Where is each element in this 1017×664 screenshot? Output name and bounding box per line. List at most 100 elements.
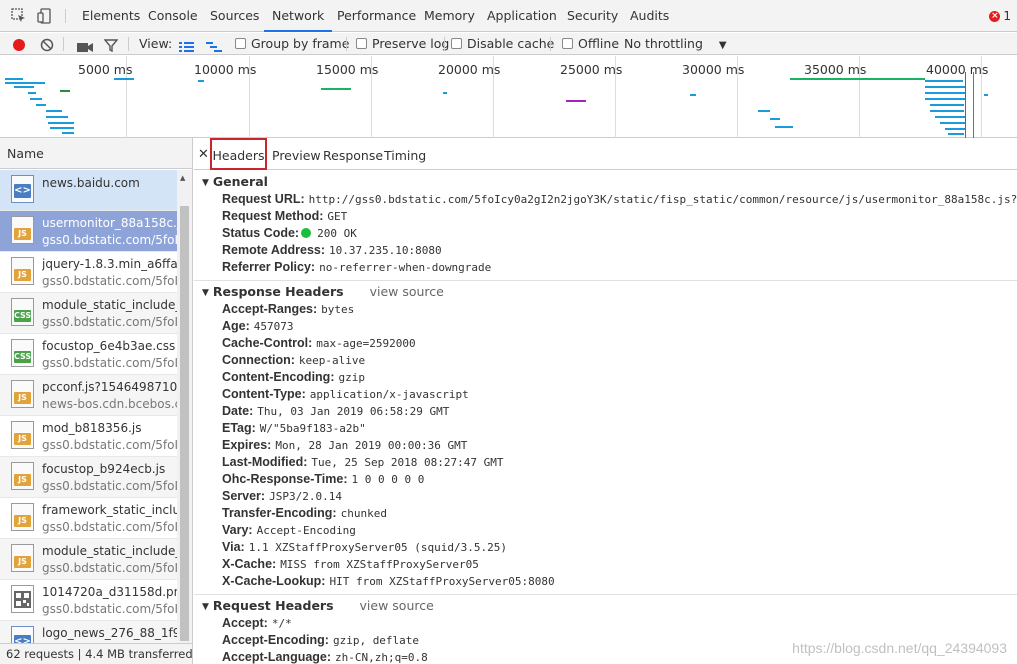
tab-sources[interactable]: Sources	[210, 0, 259, 32]
inspect-element-icon[interactable]	[11, 8, 27, 27]
close-details-icon[interactable]: ✕	[198, 147, 209, 162]
header-row: Content-Encoding: gzip	[222, 370, 365, 384]
network-overview[interactable]: 5000 ms 10000 ms 15000 ms 20000 ms 25000…	[0, 56, 1017, 138]
view-source-link[interactable]: view source	[360, 598, 434, 613]
css-file-icon: CSS	[11, 339, 34, 367]
header-row: Via: 1.1 XZStaffProxyServer05 (squid/3.5.…	[222, 540, 507, 554]
header-row: ETag: W/"5ba9f183-a2b"	[222, 421, 366, 435]
request-name: module_static_include_de	[42, 544, 177, 558]
js-file-icon: JS	[11, 544, 34, 572]
tab-timing[interactable]: Timing	[384, 138, 426, 170]
header-row: Transfer-Encoding: chunked	[222, 506, 387, 520]
device-toolbar-icon[interactable]	[37, 8, 53, 27]
header-row: Status Code: 200 OK	[222, 226, 357, 240]
waterfall-view-icon[interactable]	[206, 38, 222, 52]
devtools-tabbar: Elements Console Sources Network Perform…	[0, 0, 1017, 32]
details-tabs: ✕ Headers Preview Response Timing	[194, 138, 1017, 170]
tab-memory[interactable]: Memory	[424, 0, 475, 32]
header-row: Connection: keep-alive	[222, 353, 366, 367]
request-domain: gss0.bdstatic.com/5foIcy0	[42, 356, 177, 370]
request-name: jquery-1.8.3.min_a6ffa58.js	[42, 257, 177, 271]
name-column-header[interactable]: Name	[0, 138, 192, 169]
js-file-icon: JS	[11, 216, 34, 244]
tab-application[interactable]: Application	[487, 0, 557, 32]
header-row: Accept-Language: zh-CN,zh;q=0.8	[222, 650, 428, 664]
view-source-link[interactable]: view source	[370, 284, 444, 299]
list-item[interactable]: CSS focustop_6e4b3ae.css gss0.bdstatic.c…	[0, 334, 177, 375]
list-item[interactable]: CSS module_static_include_fea gss0.bdsta…	[0, 293, 177, 334]
general-title: General	[212, 174, 268, 189]
header-row: Server: JSP3/2.0.14	[222, 489, 342, 503]
overview-tick: 40000 ms	[926, 62, 989, 77]
record-icon[interactable]	[12, 37, 26, 51]
error-counter[interactable]: × 1	[989, 9, 1011, 23]
triangle-down-icon: ▼	[202, 178, 209, 188]
tab-preview[interactable]: Preview	[272, 138, 321, 170]
triangle-down-icon: ▼	[202, 602, 209, 612]
overview-tick: 5000 ms	[78, 62, 133, 77]
header-row: Remote Address: 10.37.235.10:8080	[222, 243, 442, 257]
header-row: X-Cache-Lookup: HIT from XZStaffProxyServ…	[222, 574, 555, 588]
header-row: Request Method: GET	[222, 209, 348, 223]
list-item[interactable]: JS focustop_b924ecb.js gss0.bdstatic.com…	[0, 457, 177, 498]
header-row: Expires: Mon, 28 Jan 2019 00:00:36 GMT	[222, 438, 468, 452]
large-rows-icon[interactable]	[179, 38, 194, 52]
response-headers-section-toggle[interactable]: ▼ Response Headers view source	[202, 284, 444, 299]
request-list: Name <> news.baidu.com JS usermonitor_88…	[0, 138, 193, 664]
disable-cache-label: Disable cache	[467, 36, 555, 51]
request-name: mod_b818356.js	[42, 421, 142, 435]
chevron-down-icon: ▼	[718, 40, 727, 51]
offline-checkbox[interactable]: Offline	[562, 33, 619, 55]
error-count: 1	[1003, 9, 1011, 23]
header-row: Referrer Policy: no-referrer-when-downgra…	[222, 260, 492, 274]
general-section-toggle[interactable]: ▼ General	[202, 174, 268, 189]
watermark: https://blog.csdn.net/qq_24394093	[792, 640, 1007, 656]
scroll-thumb[interactable]	[180, 206, 189, 641]
request-domain: gss0.bdstatic.com/5foIcy0	[42, 479, 177, 493]
request-name: focustop_b924ecb.js	[42, 462, 166, 476]
tab-elements[interactable]: Elements	[82, 0, 140, 32]
list-item[interactable]: JS module_static_include_de gss0.bdstati…	[0, 539, 177, 580]
css-file-icon: CSS	[11, 298, 34, 326]
preserve-log-checkbox[interactable]: Preserve log	[356, 33, 449, 55]
tab-security[interactable]: Security	[567, 0, 618, 32]
list-item[interactable]: JS pcconf.js?1546498710216 news-bos.cdn.…	[0, 375, 177, 416]
capture-screenshots-icon[interactable]	[77, 38, 93, 52]
overview-tick: 35000 ms	[804, 62, 867, 77]
header-row: Date: Thu, 03 Jan 2019 06:58:29 GMT	[222, 404, 450, 418]
request-domain: gss0.bdstatic.com/5foIcy0	[42, 274, 177, 288]
list-item[interactable]: JS mod_b818356.js gss0.bdstatic.com/5foI…	[0, 416, 177, 457]
header-row: Age: 457073	[222, 319, 294, 333]
request-headers-section-toggle[interactable]: ▼ Request Headers view source	[202, 598, 434, 613]
js-file-icon: JS	[11, 421, 34, 449]
tab-performance[interactable]: Performance	[337, 0, 416, 32]
tab-console[interactable]: Console	[148, 0, 198, 32]
disable-cache-checkbox[interactable]: Disable cache	[451, 33, 554, 55]
list-scrollbar[interactable]: ▲	[177, 170, 192, 643]
header-row: Content-Type: application/x-javascript	[222, 387, 469, 401]
list-item[interactable]: <> news.baidu.com	[0, 170, 177, 211]
overview-tick: 20000 ms	[438, 62, 501, 77]
request-name: focustop_6e4b3ae.css	[42, 339, 176, 353]
request-name: usermonitor_88a158c.js?v=	[42, 216, 177, 230]
clear-icon[interactable]	[40, 37, 54, 52]
request-domain: gss0.bdstatic.com/5foIcy0	[42, 561, 177, 575]
list-item[interactable]: JS framework_static_include_ gss0.bdstat…	[0, 498, 177, 539]
filter-icon[interactable]	[103, 37, 119, 53]
group-by-frame-label: Group by frame	[251, 36, 350, 51]
request-summary: 62 requests | 4.4 MB transferred...	[0, 643, 192, 664]
header-row: Accept: */*	[222, 616, 292, 630]
list-item[interactable]: JS jquery-1.8.3.min_a6ffa58.js gss0.bdst…	[0, 252, 177, 293]
request-headers-title: Request Headers	[212, 598, 334, 613]
throttling-select[interactable]: No throttling ▼	[624, 33, 727, 55]
group-by-frame-checkbox[interactable]: Group by frame	[235, 33, 349, 55]
preserve-log-label: Preserve log	[372, 36, 450, 51]
list-item[interactable]: JS usermonitor_88a158c.js?v= gss0.bdstat…	[0, 211, 177, 252]
tab-headers[interactable]: Headers	[210, 138, 267, 170]
scroll-up-icon[interactable]: ▲	[180, 174, 185, 182]
tab-audits[interactable]: Audits	[630, 0, 669, 32]
list-item[interactable]: 1014720a_d31158d.png gss0.bdstatic.com/5…	[0, 580, 177, 621]
header-row: Ohc-Response-Time: 1 0 0 0 0 0	[222, 472, 425, 486]
tab-network[interactable]: Network	[264, 0, 333, 32]
tab-response[interactable]: Response	[323, 138, 383, 170]
